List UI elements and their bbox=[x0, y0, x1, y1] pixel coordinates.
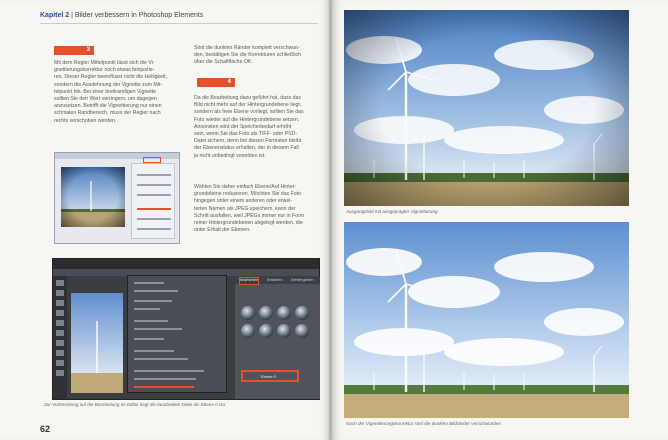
editor-right-panel: Bearbeiten Erstellen Weitergeben Ebene 0 bbox=[235, 276, 320, 399]
tab-callout bbox=[239, 277, 259, 285]
editor-toolbox bbox=[53, 276, 67, 399]
editor-canvas-image bbox=[71, 293, 123, 393]
effect-swatch[interactable] bbox=[241, 324, 255, 338]
menu-item[interactable] bbox=[134, 320, 168, 322]
figure-caption-bottom: Nach der Vignettierungskorrektur sind di… bbox=[346, 421, 501, 426]
text-line: ja nicht unbedingt vonnöten ist. bbox=[194, 152, 266, 159]
text-line: der Ebenenstatus erhalten, der in diesem… bbox=[194, 145, 299, 152]
step-badge-4: 4 bbox=[197, 78, 235, 87]
text-line: sondern die Ausdehnung der Vignette zum … bbox=[54, 81, 163, 88]
effect-swatch[interactable] bbox=[295, 306, 309, 320]
text-line: Schritt ausfallen, weil JPEGs immer nur … bbox=[194, 212, 305, 219]
dialog-slider[interactable] bbox=[137, 218, 171, 220]
photo-after-vignette-correction bbox=[344, 222, 629, 418]
layer-row-highlighted[interactable]: Ebene 0 bbox=[241, 370, 299, 382]
text-line: Wählen Sie daher einfach Ebene/Auf Hinte… bbox=[194, 184, 297, 190]
menu-item[interactable] bbox=[134, 290, 178, 292]
menu-item[interactable] bbox=[134, 328, 182, 330]
effect-swatch[interactable] bbox=[241, 306, 255, 320]
effect-swatch[interactable] bbox=[259, 324, 273, 338]
menu-item[interactable] bbox=[134, 282, 164, 284]
menu-item[interactable] bbox=[134, 338, 164, 340]
menu-item[interactable] bbox=[134, 308, 160, 310]
text-line: hingegen unter einem anderen oder erwei- bbox=[194, 198, 293, 205]
effect-swatch[interactable] bbox=[277, 324, 291, 338]
text-line: gnettierungskorrektur noch etwas feinjus… bbox=[54, 67, 155, 74]
dialog-slider[interactable] bbox=[137, 194, 171, 196]
chapter-label: Kapitel 2 bbox=[40, 12, 70, 19]
text-line: anzusetzen. Betrifft die Vignettierung n… bbox=[54, 103, 162, 110]
layer-name: Ebene 0 bbox=[261, 374, 276, 379]
dialog-callout bbox=[143, 157, 161, 163]
text-line: sollten Sie den Wert verringern, um dage… bbox=[54, 96, 157, 103]
text-line: Foto wieder auf die Hintergrundebene set… bbox=[194, 116, 300, 123]
page-number: 62 bbox=[40, 424, 51, 434]
photo-before-vignette-correction bbox=[344, 10, 629, 206]
menu-item[interactable] bbox=[134, 378, 196, 380]
text-line: Da die Bearbeitung dazu geführt hat, das… bbox=[194, 95, 301, 101]
dialog-preview-image bbox=[61, 167, 125, 227]
text-line: unter Erhalt der Ebenen. bbox=[194, 227, 251, 234]
step-badge-3: 3 bbox=[54, 46, 94, 55]
dialog-slider[interactable] bbox=[137, 184, 171, 186]
text-line: Ansonsten wird der Speicherbedarf erhöht bbox=[194, 123, 292, 130]
step-3-text: Mit dem Regler Mittelpunkt lässt sich di… bbox=[54, 60, 186, 125]
figure-caption-top: Ausgangsbild mit ausgeprägter Vignettier… bbox=[346, 209, 438, 214]
lens-correction-dialog-screenshot bbox=[54, 152, 180, 244]
text-line: terten Namen als JPEG speichern, kann de… bbox=[194, 205, 296, 212]
dialog-controls-panel bbox=[131, 163, 175, 239]
menu-item[interactable] bbox=[134, 358, 188, 360]
dialog-slider[interactable] bbox=[137, 174, 171, 176]
dialog-slider[interactable] bbox=[137, 228, 171, 230]
layer-menu-dropdown[interactable] bbox=[127, 275, 227, 393]
text-line: sein, wenn Sie das Foto als TIFF- oder P… bbox=[194, 131, 298, 138]
step-4-text: Da die Bearbeitung dazu geführt hat, das… bbox=[194, 95, 322, 160]
effect-swatch[interactable] bbox=[277, 306, 291, 320]
running-head-rule bbox=[40, 23, 318, 24]
editor-titlebar bbox=[53, 259, 319, 269]
menu-item-highlighted[interactable] bbox=[134, 386, 194, 388]
text-line: den, bestätigen Sie die Korrekturen schl… bbox=[194, 52, 301, 59]
left-page: Kapitel 2 | Bilder verbessern in Photosh… bbox=[0, 0, 330, 440]
photoshop-editor-screenshot: Bearbeiten Erstellen Weitergeben Ebene 0 bbox=[52, 258, 320, 400]
tab-erstellen[interactable]: Erstellen bbox=[267, 277, 283, 282]
text-line: telpunkt hin. Bei einer breitrandigen Vi… bbox=[54, 88, 156, 95]
menu-item[interactable] bbox=[134, 370, 204, 372]
text-line: grundebene reduzieren. Möchten Sie das F… bbox=[194, 191, 301, 198]
text-line: Sind die dunklen Ränder komplett verschw… bbox=[194, 45, 300, 51]
menu-item[interactable] bbox=[134, 350, 174, 352]
text-line: rechts verschoben werden. bbox=[54, 117, 117, 124]
step-3-conclusion-text: Sind die dunklen Ränder komplett verschw… bbox=[194, 45, 322, 67]
dialog-slider-highlighted[interactable] bbox=[137, 208, 171, 210]
text-line: Bild nicht mehr auf der Hintergrundebene… bbox=[194, 102, 302, 109]
text-line: sondern als freie Ebene vorliegt, sollte… bbox=[194, 109, 304, 116]
effect-swatch[interactable] bbox=[295, 324, 309, 338]
text-line: reiner Hintergrundebenen abgelegt werden… bbox=[194, 220, 303, 227]
text-line: Mit dem Regler Mittelpunkt lässt sich di… bbox=[54, 60, 155, 66]
effect-swatch[interactable] bbox=[259, 306, 273, 320]
tab-weitergeben[interactable]: Weitergeben bbox=[291, 277, 314, 282]
step-4-text-2: Wählen Sie daher einfach Ebene/Auf Hinte… bbox=[194, 184, 322, 234]
chapter-title: Bilder verbessern in Photoshop Elements bbox=[74, 12, 204, 19]
running-head: Kapitel 2 | Bilder verbessern in Photosh… bbox=[40, 12, 203, 19]
menu-item[interactable] bbox=[134, 300, 172, 302]
figure-caption-left: Zur Vorbereitung auf die Bearbeitung im … bbox=[44, 402, 226, 407]
text-line: über die Schaltfläche OK. bbox=[194, 59, 253, 66]
text-line: Datei sichern, denn bei diesen Formaten … bbox=[194, 138, 302, 145]
text-line: schmalen Randbereich, muss der Regler na… bbox=[54, 110, 161, 117]
text-line: ren. Dieser Regler beeinflusst nicht die… bbox=[54, 74, 168, 81]
